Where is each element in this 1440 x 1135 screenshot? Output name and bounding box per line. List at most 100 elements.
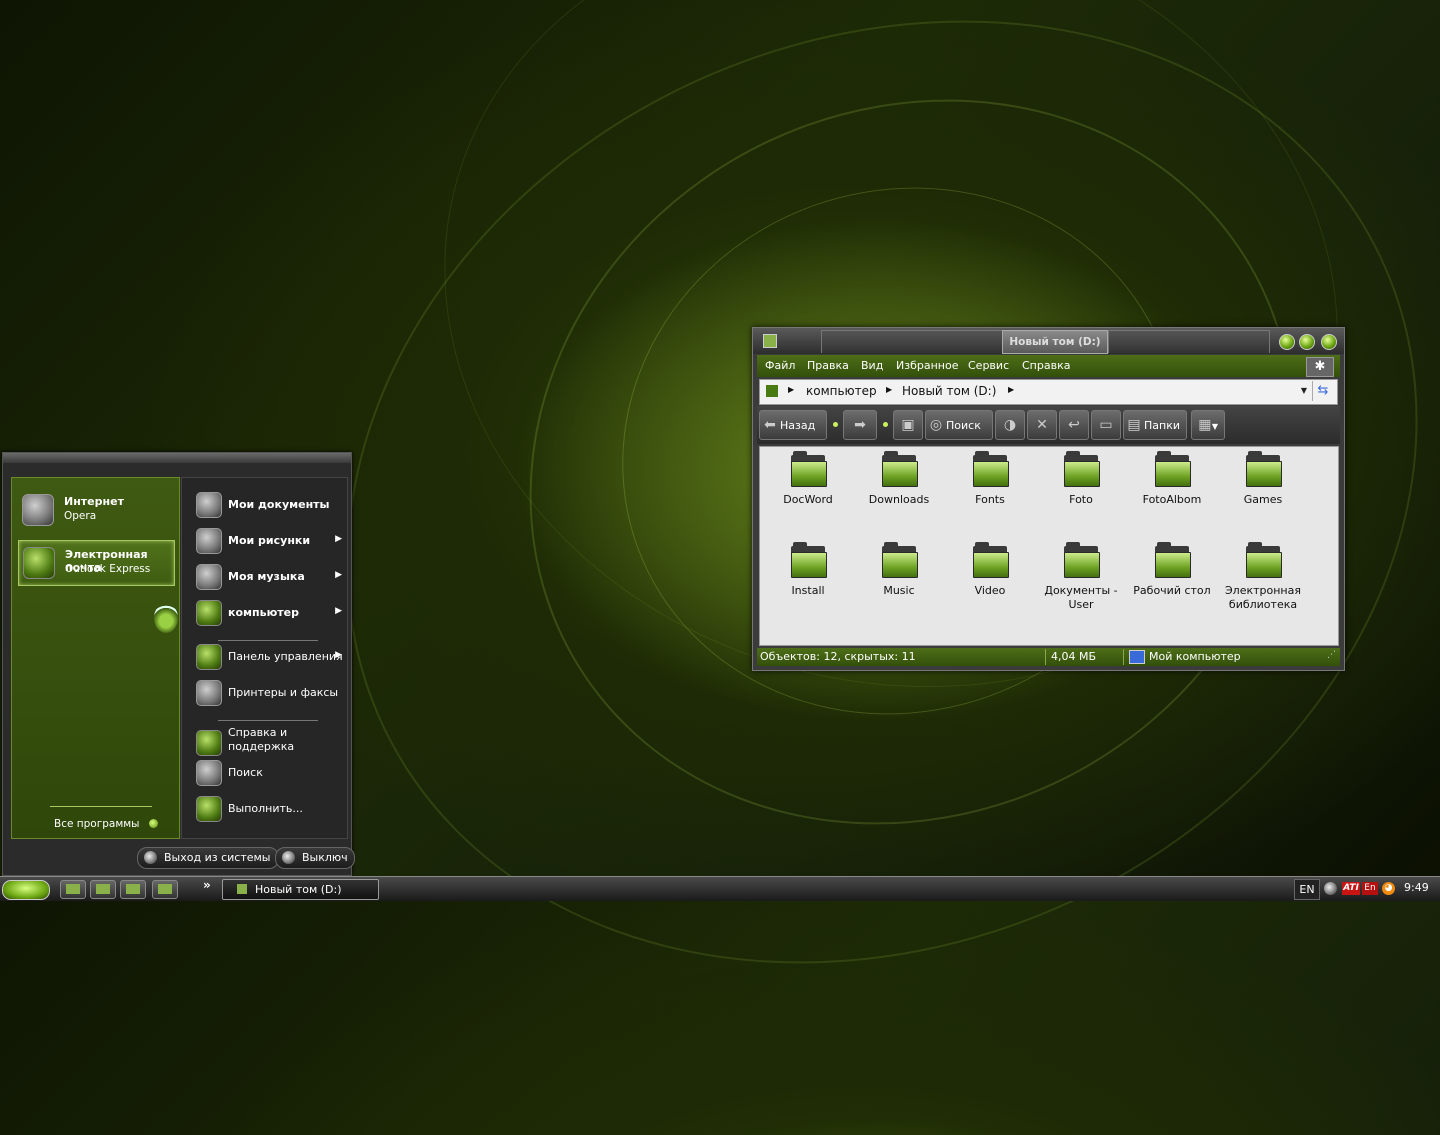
menu-item-my-documents[interactable]: Мои документы: [192, 490, 344, 520]
breadcrumb-drive[interactable]: Новый том (D:): [902, 384, 996, 398]
quicklaunch-desktop-icon[interactable]: [60, 880, 86, 899]
shutdown-button[interactable]: Выключ: [275, 847, 355, 869]
menu-help[interactable]: Справка: [1022, 359, 1070, 372]
menu-favorites[interactable]: Избранное: [896, 359, 958, 372]
breadcrumb-arrow-icon[interactable]: ▶: [1008, 385, 1014, 394]
title-bar[interactable]: Новый том (D:): [753, 328, 1344, 354]
history-button[interactable]: ◑: [995, 410, 1025, 440]
language-indicator[interactable]: EN: [1294, 879, 1320, 900]
status-object-count: Объектов: 12, скрытых: 11: [760, 650, 916, 663]
clock[interactable]: 9:49: [1404, 881, 1429, 894]
refresh-icon[interactable]: ⇆: [1312, 381, 1333, 401]
folder-icon: [1064, 451, 1100, 487]
menu-edit[interactable]: Правка: [807, 359, 849, 372]
menu-item-label: Панель управления: [228, 650, 343, 663]
resize-grip-icon[interactable]: ⋰: [1327, 650, 1336, 660]
folder-item[interactable]: Install: [766, 538, 850, 618]
start-button[interactable]: [2, 880, 50, 900]
undo-button[interactable]: ↩: [1059, 410, 1089, 440]
ati-tray-icon[interactable]: ATI: [1342, 882, 1360, 895]
folder-item[interactable]: Электронная библиотека: [1221, 538, 1305, 618]
menu-file[interactable]: Файл: [765, 359, 795, 372]
pinned-item-email[interactable]: Электронная почта Outlook Express: [18, 540, 175, 586]
taskbar-button-explorer[interactable]: Новый том (D:): [222, 879, 379, 900]
start-menu-places-panel: Мои документы Мои рисунки ▶ Моя музыка ▶…: [181, 477, 348, 839]
menu-item-help[interactable]: Справка и поддержка: [192, 724, 344, 760]
folder-label: DocWord: [783, 493, 833, 506]
menu-item-label: Поиск: [228, 766, 263, 779]
quicklaunch-monitor-icon[interactable]: [152, 880, 178, 899]
tray-circle-icon[interactable]: [1324, 882, 1337, 895]
title-bar-right-panel: [1108, 330, 1270, 353]
maximize-button[interactable]: [1299, 334, 1315, 350]
folder-label: FotoAlbom: [1142, 493, 1202, 506]
toolbar: ⬅ Назад ➡ ▣ ◎ Поиск ◑ ✕ ↩ ▭ ▤ Папки ▦▼: [757, 406, 1340, 444]
gear-icon: ✱: [1306, 357, 1334, 377]
dropdown-dot-icon[interactable]: [833, 422, 838, 427]
back-button[interactable]: ⬅ Назад: [759, 410, 827, 440]
menu-item-search[interactable]: Поиск: [192, 758, 344, 788]
menu-item-printers[interactable]: Принтеры и факсы: [192, 678, 344, 708]
menu-item-computer[interactable]: компьютер ▶: [192, 598, 344, 628]
menu-tools[interactable]: Сервис: [968, 359, 1009, 372]
back-arrow-icon: ⬅: [764, 417, 776, 433]
close-button[interactable]: [1321, 334, 1337, 350]
folder-item[interactable]: DocWord: [766, 447, 850, 527]
quicklaunch-stack-icon[interactable]: [90, 880, 116, 899]
status-bar: Объектов: 12, скрытых: 11 4,04 МБ Мой ко…: [757, 648, 1340, 666]
folder-item[interactable]: Рабочий стол: [1130, 538, 1214, 618]
printer-icon: [196, 680, 222, 706]
breadcrumb-arrow-icon[interactable]: ▶: [788, 385, 794, 394]
properties-button[interactable]: ▭: [1091, 410, 1121, 440]
keyboard-layout-icon[interactable]: En: [1362, 882, 1378, 895]
views-button[interactable]: ▦▼: [1191, 410, 1225, 440]
search-button[interactable]: ◎ Поиск: [925, 410, 993, 440]
up-button[interactable]: ▣: [893, 410, 923, 440]
menu-item-my-pictures[interactable]: Мои рисунки ▶: [192, 526, 344, 556]
back-label: Назад: [780, 419, 816, 432]
chevron-down-icon[interactable]: ▼: [1301, 386, 1307, 395]
breadcrumb-arrow-icon[interactable]: ▶: [886, 385, 892, 394]
menu-item-run[interactable]: Выполнить...: [192, 794, 344, 824]
menu-item-label: Справка и поддержка: [228, 726, 295, 753]
window-title: Новый том (D:): [1002, 330, 1108, 354]
folder-item[interactable]: Foto: [1039, 447, 1123, 527]
quicklaunch-overflow-icon[interactable]: »: [203, 878, 211, 892]
folder-item[interactable]: Downloads: [857, 447, 941, 527]
folder-icon: [1246, 451, 1282, 487]
folder-label: Games: [1243, 493, 1283, 506]
explorer-window: Новый том (D:) Файл Правка Вид Избранное…: [752, 327, 1345, 671]
logoff-button[interactable]: Выход из системы: [137, 847, 280, 869]
folders-button[interactable]: ▤ Папки: [1123, 410, 1187, 440]
folder-item[interactable]: Music: [857, 538, 941, 618]
menu-item-my-music[interactable]: Моя музыка ▶: [192, 562, 344, 592]
address-bar[interactable]: ▶ компьютер ▶ Новый том (D:) ▶ ▼ ⇆: [759, 379, 1338, 405]
folder-item[interactable]: FotoAlbom: [1130, 447, 1214, 527]
menu-item-control-panel[interactable]: Панель управления ▶: [192, 642, 344, 672]
logoff-icon: [144, 851, 157, 864]
taskbar-button-label: Новый том (D:): [255, 883, 342, 896]
email-icon: [23, 547, 55, 579]
forward-button[interactable]: ➡: [843, 410, 877, 440]
folder-icon: [882, 451, 918, 487]
folder-item[interactable]: Документы - User: [1039, 538, 1123, 618]
minimize-button[interactable]: [1279, 334, 1295, 350]
breadcrumb-computer[interactable]: компьютер: [806, 384, 877, 398]
quicklaunch-layers-icon[interactable]: [120, 880, 146, 899]
dropdown-dot-icon[interactable]: [883, 422, 888, 427]
history-icon: ◑: [1003, 417, 1017, 433]
cursor-drop-icon: [154, 603, 178, 633]
delete-button[interactable]: ✕: [1027, 410, 1057, 440]
start-menu-header: [3, 453, 351, 463]
folder-item[interactable]: Fonts: [948, 447, 1032, 527]
pictures-icon: [196, 528, 222, 554]
folder-item[interactable]: Games: [1221, 447, 1305, 527]
search-label: Поиск: [946, 419, 981, 432]
taskbar: » Новый том (D:) EN ATI En ◕ 9:49: [0, 876, 1440, 901]
menu-view[interactable]: Вид: [861, 359, 883, 372]
tray-orange-icon[interactable]: ◕: [1382, 882, 1395, 895]
folder-label: Fonts: [975, 493, 1005, 506]
all-programs-button[interactable]: Все программы: [54, 818, 139, 830]
pinned-item-internet[interactable]: Интернет Opera: [18, 488, 173, 532]
folder-item[interactable]: Video: [948, 538, 1032, 618]
